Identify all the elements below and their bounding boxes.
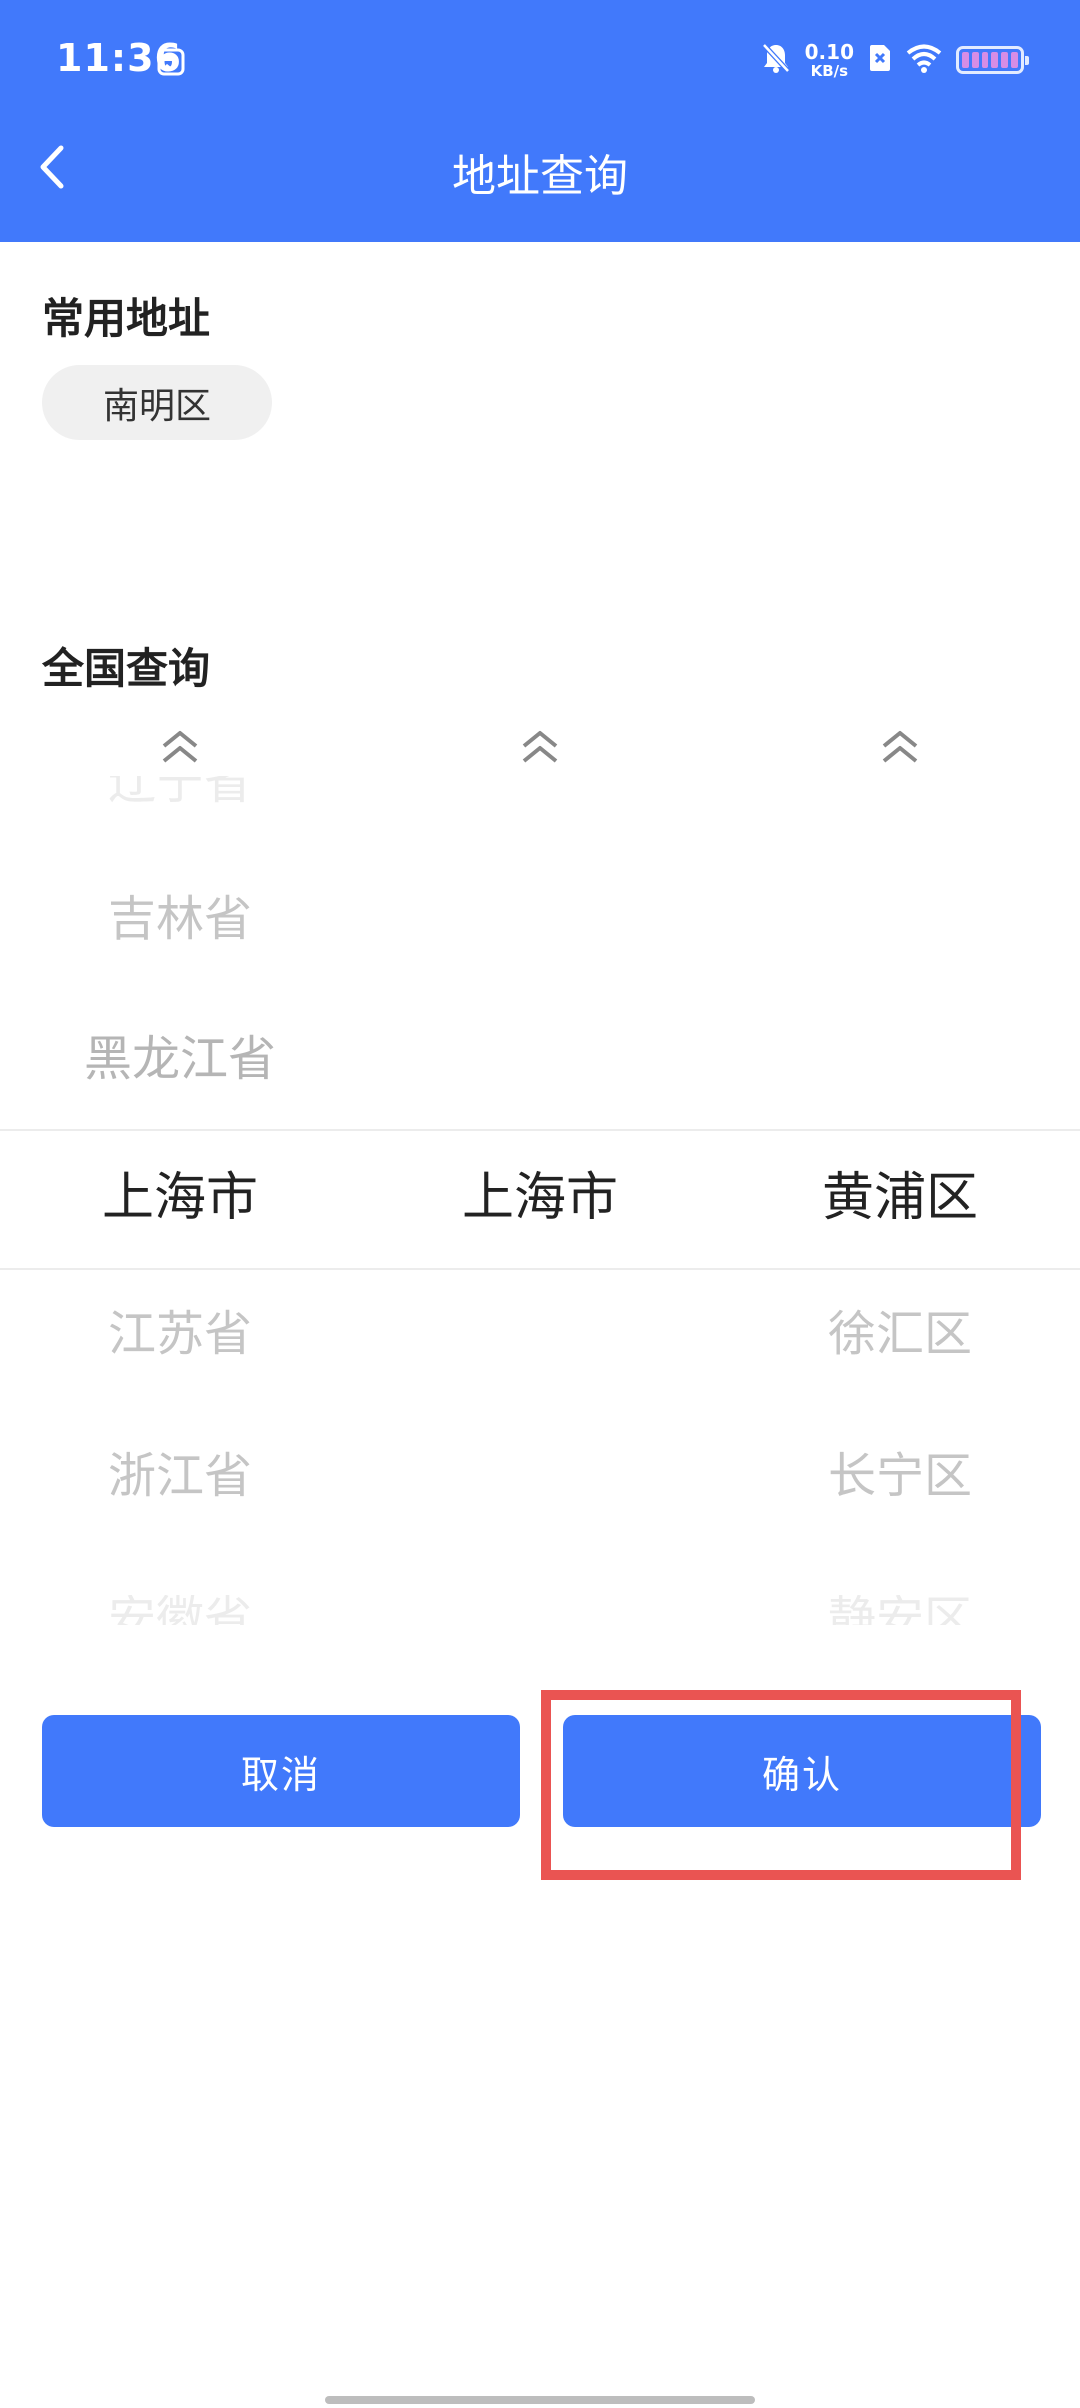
- province-option[interactable]: 安徽省: [0, 1595, 360, 1625]
- address-query-screen: 11:36 0.10 KB/s 地址查询 常用地址 南明区 全国查询 辽宁省 吉…: [0, 0, 1080, 2408]
- city-column[interactable]: 上海市: [360, 720, 720, 1630]
- province-option[interactable]: 江苏省: [0, 1310, 360, 1358]
- scroll-up-icon[interactable]: [360, 728, 720, 776]
- net-speed-unit: KB/s: [810, 61, 849, 80]
- province-option[interactable]: 辽宁省: [0, 776, 360, 806]
- bell-muted-icon: [761, 42, 791, 78]
- city-selected[interactable]: 上海市: [360, 1172, 720, 1224]
- district-option[interactable]: 徐汇区: [720, 1310, 1080, 1358]
- common-address-title: 常用地址: [42, 294, 211, 343]
- net-speed-value: 0.10: [804, 39, 854, 64]
- net-speed: 0.10 KB/s: [805, 42, 854, 79]
- district-option[interactable]: 长宁区: [720, 1452, 1080, 1500]
- district-selected[interactable]: 黄浦区: [720, 1172, 1080, 1224]
- app-icon: [157, 48, 185, 76]
- status-icons: 0.10 KB/s: [761, 40, 1029, 80]
- province-option[interactable]: 黑龙江省: [0, 1035, 360, 1083]
- province-selected[interactable]: 上海市: [0, 1172, 360, 1224]
- province-column[interactable]: 辽宁省 吉林省 黑龙江省 上海市 江苏省 浙江省 安徽省: [0, 720, 360, 1630]
- scroll-up-icon[interactable]: [720, 728, 1080, 776]
- battery-icon: [956, 46, 1029, 74]
- cancel-button[interactable]: 取消: [42, 1715, 520, 1827]
- province-option[interactable]: 吉林省: [0, 895, 360, 943]
- sim-x-icon: [868, 43, 892, 77]
- confirm-button[interactable]: 确认: [563, 1715, 1041, 1827]
- page-title: 地址查询: [452, 151, 628, 202]
- district-column[interactable]: 黄浦区 徐汇区 长宁区 静安区: [720, 720, 1080, 1630]
- scroll-up-icon[interactable]: [0, 728, 360, 776]
- home-indicator[interactable]: [325, 2396, 755, 2404]
- region-picker: 辽宁省 吉林省 黑龙江省 上海市 江苏省 浙江省 安徽省 上海市 黄浦区 徐汇区: [0, 720, 1080, 1630]
- province-option[interactable]: 浙江省: [0, 1452, 360, 1500]
- wifi-icon: [906, 43, 942, 77]
- common-address-chip[interactable]: 南明区: [42, 365, 272, 440]
- app-header: 11:36 0.10 KB/s 地址查询: [0, 0, 1080, 242]
- national-query-title: 全国查询: [42, 644, 211, 693]
- district-option[interactable]: 静安区: [720, 1595, 1080, 1625]
